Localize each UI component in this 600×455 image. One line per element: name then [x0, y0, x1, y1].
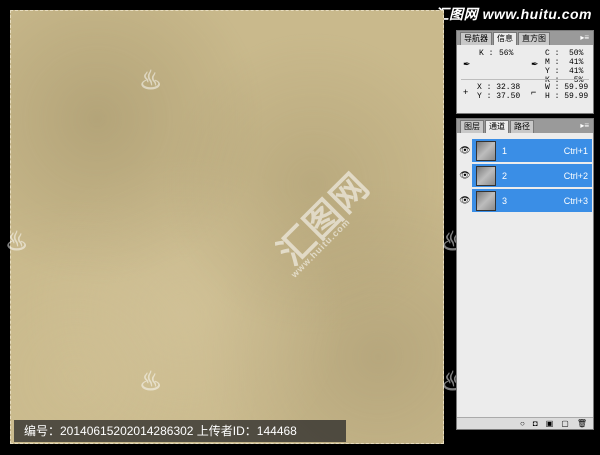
channels-panel: 图层 通道 路径 ▸≡ 👁 1 Ctrl+1 👁 2 Ctrl+2 👁 3 Ct…	[456, 118, 594, 430]
xy-readout: X : 32.38 Y : 37.50	[477, 83, 521, 101]
tab-channels[interactable]: 通道	[485, 120, 509, 133]
eye-icon[interactable]: 👁	[458, 164, 472, 187]
channel-row[interactable]: 👁 1 Ctrl+1	[458, 139, 592, 162]
panel-menu-icon[interactable]: ▸≡	[580, 33, 589, 42]
wh-readout: W : 59.99 H : 59.99	[545, 83, 589, 101]
channel-thumbnail	[476, 190, 496, 211]
eye-icon[interactable]: 👁	[458, 189, 472, 212]
info-panel-tabs: 导航器 信息 直方图 ▸≡	[457, 31, 593, 45]
watermark-flame-icon: ♨	[139, 366, 163, 396]
channel-name: 2	[502, 170, 508, 181]
load-selection-icon[interactable]: ○	[520, 419, 525, 428]
watermark-logo: 汇图网	[269, 165, 378, 273]
channel-thumbnail	[476, 165, 496, 186]
trash-icon[interactable]: 🗑	[577, 419, 587, 428]
channel-selection[interactable]: 2 Ctrl+2	[472, 164, 592, 187]
channels-panel-tabs: 图层 通道 路径 ▸≡	[457, 119, 593, 133]
eye-icon[interactable]: 👁	[458, 139, 472, 162]
image-caption: 编号：20140615202014286302 上传者ID：144468	[14, 420, 346, 442]
tab-paths[interactable]: 路径	[510, 120, 534, 133]
k-label: K :	[479, 49, 494, 58]
channel-name: 1	[502, 145, 508, 156]
site-brand: 汇图网 www.huitu.com	[434, 6, 592, 22]
size-icon: ⌐	[531, 87, 537, 97]
info-separator	[461, 79, 589, 80]
channel-name: 3	[502, 195, 508, 206]
channel-shortcut: Ctrl+2	[563, 170, 588, 181]
image-canvas[interactable]: ♨ ♨ ♨ ♨ ♨ 汇图网 www.huitu.com	[5, 10, 464, 444]
save-selection-icon[interactable]: ◘	[533, 419, 538, 428]
panel-menu-icon[interactable]: ▸≡	[580, 121, 589, 130]
info-body: K : 56% ✒ C : 50% M : 41% Y : 41% K : 5%…	[457, 45, 593, 115]
info-panel: 导航器 信息 直方图 ▸≡ K : 56% ✒ C : 50% M : 41% …	[456, 30, 594, 114]
watermark-flame-icon: ♨	[5, 226, 29, 256]
tab-info[interactable]: 信息	[493, 32, 517, 45]
eyedropper-icon[interactable]: ✒	[531, 59, 539, 70]
duplicate-icon[interactable]: ▢	[561, 419, 569, 428]
eyedropper-icon[interactable]: ✒	[463, 59, 471, 70]
channel-thumbnail	[476, 140, 496, 161]
tab-navigator[interactable]: 导航器	[460, 32, 492, 45]
tab-histogram[interactable]: 直方图	[518, 32, 550, 45]
channel-row[interactable]: 👁 3 Ctrl+3	[458, 189, 592, 212]
crosshair-icon: +	[463, 87, 469, 97]
watermark-flame-icon: ♨	[139, 65, 163, 95]
new-channel-icon[interactable]: ▣	[546, 419, 554, 428]
tab-layers[interactable]: 图层	[460, 120, 484, 133]
channel-selection[interactable]: 1 Ctrl+1	[472, 139, 592, 162]
channel-shortcut: Ctrl+1	[563, 145, 588, 156]
channel-shortcut: Ctrl+3	[563, 195, 588, 206]
channels-footer: ○ ◘ ▣ ▢ 🗑	[457, 417, 593, 429]
channel-selection[interactable]: 3 Ctrl+3	[472, 189, 592, 212]
k-value: 56%	[499, 49, 514, 58]
channel-row[interactable]: 👁 2 Ctrl+2	[458, 164, 592, 187]
